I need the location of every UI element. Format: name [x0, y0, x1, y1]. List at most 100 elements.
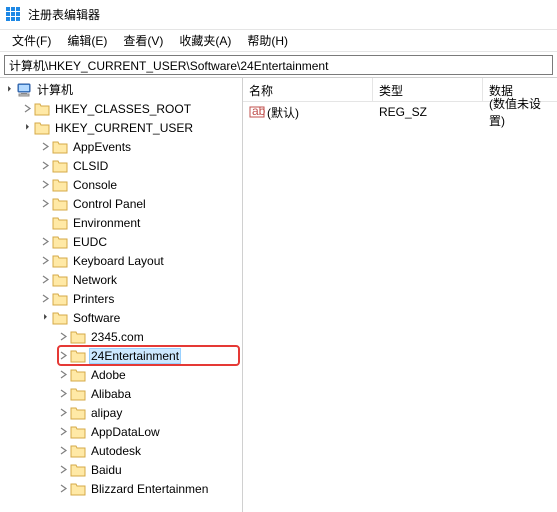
title-bar: 注册表编辑器 — [0, 0, 557, 30]
tree-pane[interactable]: 计算机 HKEY_CLASSES_ROOT HKEY_CURRENT_USER … — [0, 78, 243, 512]
tree-label: Network — [71, 272, 119, 288]
col-name[interactable]: 名称 — [243, 78, 373, 101]
folder-icon — [70, 406, 86, 420]
value-type: REG_SZ — [373, 103, 483, 121]
list-pane[interactable]: 名称 类型 数据 ab (默认) REG_SZ (数值未设置) — [243, 78, 557, 512]
chevron-down-icon[interactable] — [2, 83, 16, 97]
tree-2345[interactable]: 2345.com — [2, 327, 242, 346]
chevron-right-icon[interactable] — [56, 444, 70, 458]
tree-label: Software — [71, 310, 122, 326]
tree-label: 2345.com — [89, 329, 146, 345]
window-title: 注册表编辑器 — [28, 6, 100, 23]
chevron-right-icon[interactable] — [56, 349, 70, 363]
folder-icon — [52, 159, 68, 173]
tree-controlpanel[interactable]: Control Panel — [2, 194, 242, 213]
address-bar: 计算机\HKEY_CURRENT_USER\Software\24Enterta… — [0, 52, 557, 78]
folder-icon — [52, 311, 68, 325]
col-type[interactable]: 类型 — [373, 78, 483, 101]
folder-icon — [52, 292, 68, 306]
tree-clsid[interactable]: CLSID — [2, 156, 242, 175]
chevron-right-icon[interactable] — [20, 102, 34, 116]
tree-alipay[interactable]: alipay — [2, 403, 242, 422]
chevron-down-icon[interactable] — [38, 311, 52, 325]
chevron-right-icon[interactable] — [56, 463, 70, 477]
folder-icon — [52, 273, 68, 287]
folder-icon — [34, 121, 50, 135]
svg-text:ab: ab — [252, 105, 265, 118]
tree-keyboard[interactable]: Keyboard Layout — [2, 251, 242, 270]
tree-label: 24Entertainment — [89, 348, 181, 364]
tree-label: Adobe — [89, 367, 128, 383]
tree-software[interactable]: Software — [2, 308, 242, 327]
tree-environment[interactable]: Environment — [2, 213, 242, 232]
tree-hkcr[interactable]: HKEY_CLASSES_ROOT — [2, 99, 242, 118]
tree-baidu[interactable]: Baidu — [2, 460, 242, 479]
tree-label: HKEY_CLASSES_ROOT — [53, 101, 193, 117]
string-value-icon: ab — [249, 105, 265, 119]
tree-label: Autodesk — [89, 443, 143, 459]
folder-icon — [70, 463, 86, 477]
tree-adobe[interactable]: Adobe — [2, 365, 242, 384]
folder-icon — [52, 216, 68, 230]
menu-favorites[interactable]: 收藏夹(A) — [171, 30, 239, 51]
folder-icon — [70, 387, 86, 401]
value-name: (默认) — [267, 104, 299, 121]
tree-blizzard[interactable]: Blizzard Entertainmen — [2, 479, 242, 498]
tree-hkcu[interactable]: HKEY_CURRENT_USER — [2, 118, 242, 137]
tree-autodesk[interactable]: Autodesk — [2, 441, 242, 460]
chevron-right-icon[interactable] — [56, 387, 70, 401]
menu-file[interactable]: 文件(F) — [4, 30, 59, 51]
tree-appevents[interactable]: AppEvents — [2, 137, 242, 156]
tree-label: EUDC — [71, 234, 109, 250]
tree-24entertainment[interactable]: 24Entertainment — [2, 346, 242, 365]
folder-icon — [70, 330, 86, 344]
chevron-right-icon[interactable] — [56, 330, 70, 344]
chevron-right-icon[interactable] — [38, 235, 52, 249]
folder-icon — [52, 197, 68, 211]
menu-view[interactable]: 查看(V) — [115, 30, 171, 51]
chevron-right-icon[interactable] — [38, 159, 52, 173]
chevron-right-icon[interactable] — [56, 368, 70, 382]
chevron-down-icon[interactable] — [20, 121, 34, 135]
chevron-right-icon[interactable] — [56, 425, 70, 439]
list-row[interactable]: ab (默认) REG_SZ (数值未设置) — [243, 102, 557, 122]
chevron-right-icon[interactable] — [38, 273, 52, 287]
tree-label: Environment — [71, 215, 142, 231]
value-data: (数值未设置) — [483, 93, 557, 131]
app-icon — [6, 7, 22, 23]
main-area: 计算机 HKEY_CLASSES_ROOT HKEY_CURRENT_USER … — [0, 78, 557, 512]
tree-label: Printers — [71, 291, 116, 307]
tree-label: AppDataLow — [89, 424, 162, 440]
chevron-right-icon[interactable] — [38, 140, 52, 154]
tree-network[interactable]: Network — [2, 270, 242, 289]
tree-label: Baidu — [89, 462, 124, 478]
tree-label: Alibaba — [89, 386, 133, 402]
tree-root[interactable]: 计算机 — [2, 80, 242, 99]
tree-label: HKEY_CURRENT_USER — [53, 120, 195, 136]
tree-label: Keyboard Layout — [71, 253, 166, 269]
chevron-right-icon[interactable] — [38, 197, 52, 211]
tree-label: Control Panel — [71, 196, 148, 212]
folder-icon — [34, 102, 50, 116]
tree-label: AppEvents — [71, 139, 133, 155]
menu-edit[interactable]: 编辑(E) — [59, 30, 115, 51]
menu-help[interactable]: 帮助(H) — [239, 30, 296, 51]
chevron-right-icon[interactable] — [38, 292, 52, 306]
folder-icon — [70, 425, 86, 439]
address-input[interactable]: 计算机\HKEY_CURRENT_USER\Software\24Enterta… — [4, 55, 553, 75]
folder-icon — [70, 349, 86, 363]
chevron-right-icon[interactable] — [56, 406, 70, 420]
chevron-right-icon[interactable] — [38, 178, 52, 192]
chevron-right-icon[interactable] — [38, 254, 52, 268]
folder-icon — [70, 368, 86, 382]
chevron-right-icon[interactable] — [56, 482, 70, 496]
menu-bar: 文件(F) 编辑(E) 查看(V) 收藏夹(A) 帮助(H) — [0, 30, 557, 52]
tree-label: alipay — [89, 405, 124, 421]
folder-icon — [52, 235, 68, 249]
tree-label: 计算机 — [35, 80, 75, 99]
tree-printers[interactable]: Printers — [2, 289, 242, 308]
tree-alibaba[interactable]: Alibaba — [2, 384, 242, 403]
tree-eudc[interactable]: EUDC — [2, 232, 242, 251]
tree-appdatalow[interactable]: AppDataLow — [2, 422, 242, 441]
tree-console[interactable]: Console — [2, 175, 242, 194]
